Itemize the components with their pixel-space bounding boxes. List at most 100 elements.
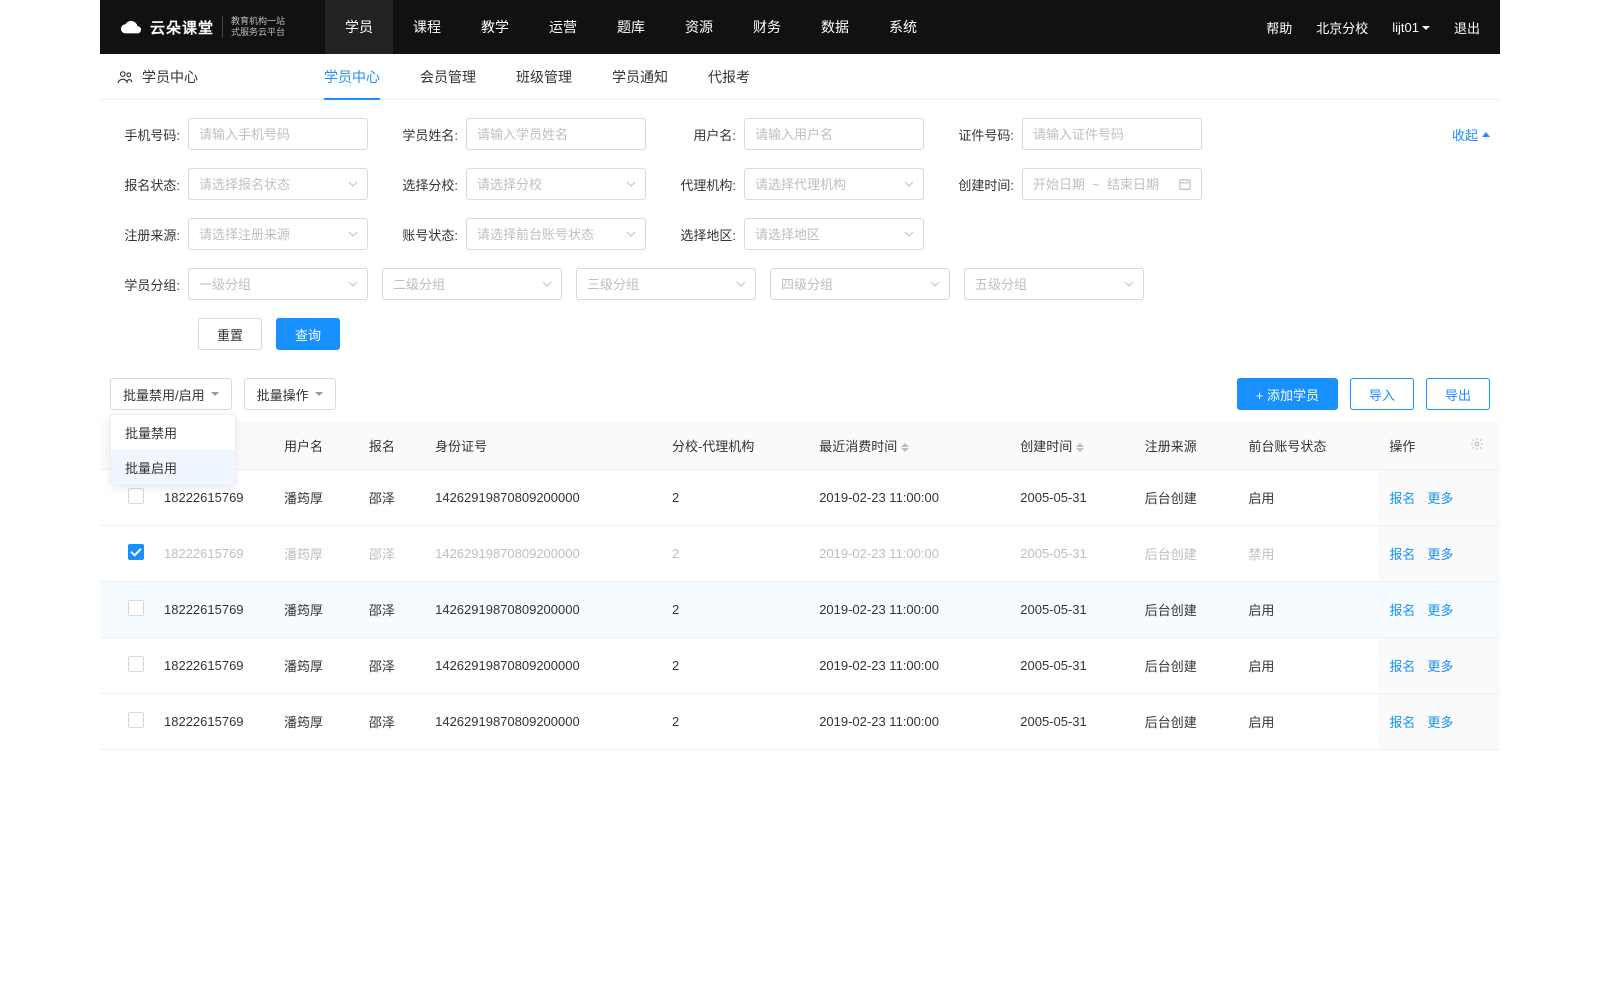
brand-sub: 教育机构一站 式服务云平台 (222, 16, 285, 38)
action-more[interactable]: 更多 (1427, 659, 1453, 674)
table-row: 18222615769潘筠厚邵泽142629198708092000002201… (100, 526, 1500, 582)
student-table: 用户名 报名 身份证号 分校-代理机构 最近消费时间 创建时间 注册来源 前台账… (100, 422, 1500, 750)
cell-signup: 邵泽 (359, 694, 425, 750)
select-accstatus[interactable] (466, 218, 646, 250)
search-button[interactable]: 查询 (276, 318, 340, 350)
input-phone[interactable] (188, 118, 368, 150)
cell-signup: 邵泽 (359, 470, 425, 526)
tab-proxy-apply[interactable]: 代报考 (708, 54, 750, 100)
col-lasttime[interactable]: 最近消费时间 (809, 422, 1010, 470)
input-idnum[interactable] (1022, 118, 1202, 150)
gear-icon[interactable] (1470, 437, 1484, 451)
label-accstatus: 账号状态: (388, 225, 458, 244)
tab-student-center[interactable]: 学员中心 (324, 54, 380, 100)
cell-acc: 启用 (1238, 638, 1379, 694)
select-region[interactable] (744, 218, 924, 250)
select-source[interactable] (188, 218, 368, 250)
row-checkbox[interactable] (128, 544, 144, 560)
tab-class-mgmt[interactable]: 班级管理 (516, 54, 572, 100)
cell-source: 后台创建 (1135, 582, 1239, 638)
logout-link[interactable]: 退出 (1454, 18, 1480, 37)
help-link[interactable]: 帮助 (1266, 18, 1292, 37)
tab-member-mgmt[interactable]: 会员管理 (420, 54, 476, 100)
collapse-button[interactable]: 收起 (1452, 125, 1490, 144)
caret-down-icon (1422, 26, 1430, 30)
toolbar: 批量禁用/启用 批量禁用 批量启用 批量操作 + 添加学员 导入 导出 (100, 378, 1500, 410)
select-g3[interactable] (576, 268, 756, 300)
col-branch: 分校-代理机构 (662, 422, 809, 470)
label-region: 选择地区: (666, 225, 736, 244)
input-daterange[interactable] (1022, 168, 1202, 200)
select-branch[interactable] (466, 168, 646, 200)
nav-resources[interactable]: 资源 (665, 0, 733, 54)
select-signup[interactable] (188, 168, 368, 200)
input-username[interactable] (744, 118, 924, 150)
cell-phone: 18222615769 (154, 694, 274, 750)
branch-link[interactable]: 北京分校 (1316, 18, 1368, 37)
label-phone: 手机号码: (110, 125, 180, 144)
nav-finance[interactable]: 财务 (733, 0, 801, 54)
select-g5[interactable] (964, 268, 1144, 300)
action-signup[interactable]: 报名 (1389, 659, 1415, 674)
cell-signup: 邵泽 (359, 638, 425, 694)
cell-lasttime: 2019-02-23 11:00:00 (809, 694, 1010, 750)
cell-acc: 禁用 (1238, 526, 1379, 582)
col-source: 注册来源 (1135, 422, 1239, 470)
cell-source: 后台创建 (1135, 526, 1239, 582)
cell-phone: 18222615769 (154, 582, 274, 638)
cell-branch: 2 (662, 638, 809, 694)
nav-teaching[interactable]: 教学 (461, 0, 529, 54)
row-checkbox[interactable] (128, 488, 144, 504)
col-ctime[interactable]: 创建时间 (1010, 422, 1134, 470)
add-student-button[interactable]: + 添加学员 (1237, 378, 1338, 410)
cell-acc: 启用 (1238, 470, 1379, 526)
action-signup[interactable]: 报名 (1389, 491, 1415, 506)
nav-ops[interactable]: 运营 (529, 0, 597, 54)
sort-icon (901, 443, 909, 452)
subnav-title: 学员中心 (110, 67, 204, 87)
row-checkbox[interactable] (128, 712, 144, 728)
filter-panel: 手机号码: 学员姓名: 用户名: 证件号码: 收起 报名状态: 选择分校: 代理… (100, 100, 1500, 350)
action-more[interactable]: 更多 (1427, 547, 1453, 562)
nav-courses[interactable]: 课程 (393, 0, 461, 54)
nav-data[interactable]: 数据 (801, 0, 869, 54)
bulk-toggle-dropdown[interactable]: 批量禁用/启用 (110, 378, 232, 410)
bulk-enable-item[interactable]: 批量启用 (111, 450, 235, 485)
import-button[interactable]: 导入 (1350, 378, 1414, 410)
export-button[interactable]: 导出 (1426, 378, 1490, 410)
user-menu[interactable]: lijt01 (1392, 20, 1430, 35)
action-more[interactable]: 更多 (1427, 491, 1453, 506)
select-g2[interactable] (382, 268, 562, 300)
action-signup[interactable]: 报名 (1389, 715, 1415, 730)
cell-source: 后台创建 (1135, 638, 1239, 694)
cell-idcard: 14262919870809200000 (425, 582, 662, 638)
table-row: 18222615769潘筠厚邵泽142629198708092000002201… (100, 638, 1500, 694)
action-signup[interactable]: 报名 (1389, 547, 1415, 562)
nav-students[interactable]: 学员 (325, 0, 393, 54)
tab-notify[interactable]: 学员通知 (612, 54, 668, 100)
topbar: 云朵课堂 教育机构一站 式服务云平台 学员 课程 教学 运营 题库 资源 财务 … (100, 0, 1500, 54)
nav-system[interactable]: 系统 (869, 0, 937, 54)
cell-phone: 18222615769 (154, 526, 274, 582)
bulk-disable-item[interactable]: 批量禁用 (111, 415, 235, 450)
reset-button[interactable]: 重置 (198, 318, 262, 350)
select-g1[interactable] (188, 268, 368, 300)
row-checkbox[interactable] (128, 656, 144, 672)
action-more[interactable]: 更多 (1427, 603, 1453, 618)
label-source: 注册来源: (110, 225, 180, 244)
select-agency[interactable] (744, 168, 924, 200)
cell-lasttime: 2019-02-23 11:00:00 (809, 470, 1010, 526)
select-g4[interactable] (770, 268, 950, 300)
input-name[interactable] (466, 118, 646, 150)
subnav: 学员中心 学员中心 会员管理 班级管理 学员通知 代报考 (100, 54, 1500, 100)
nav-qbank[interactable]: 题库 (597, 0, 665, 54)
col-idcard: 身份证号 (425, 422, 662, 470)
action-signup[interactable]: 报名 (1389, 603, 1415, 618)
cell-acc: 启用 (1238, 694, 1379, 750)
bulk-ops-dropdown[interactable]: 批量操作 (244, 378, 336, 410)
cell-username: 潘筠厚 (274, 526, 359, 582)
top-right: 帮助 北京分校 lijt01 退出 (1266, 18, 1480, 37)
action-more[interactable]: 更多 (1427, 715, 1453, 730)
subnav-tabs: 学员中心 会员管理 班级管理 学员通知 代报考 (324, 54, 750, 100)
row-checkbox[interactable] (128, 600, 144, 616)
